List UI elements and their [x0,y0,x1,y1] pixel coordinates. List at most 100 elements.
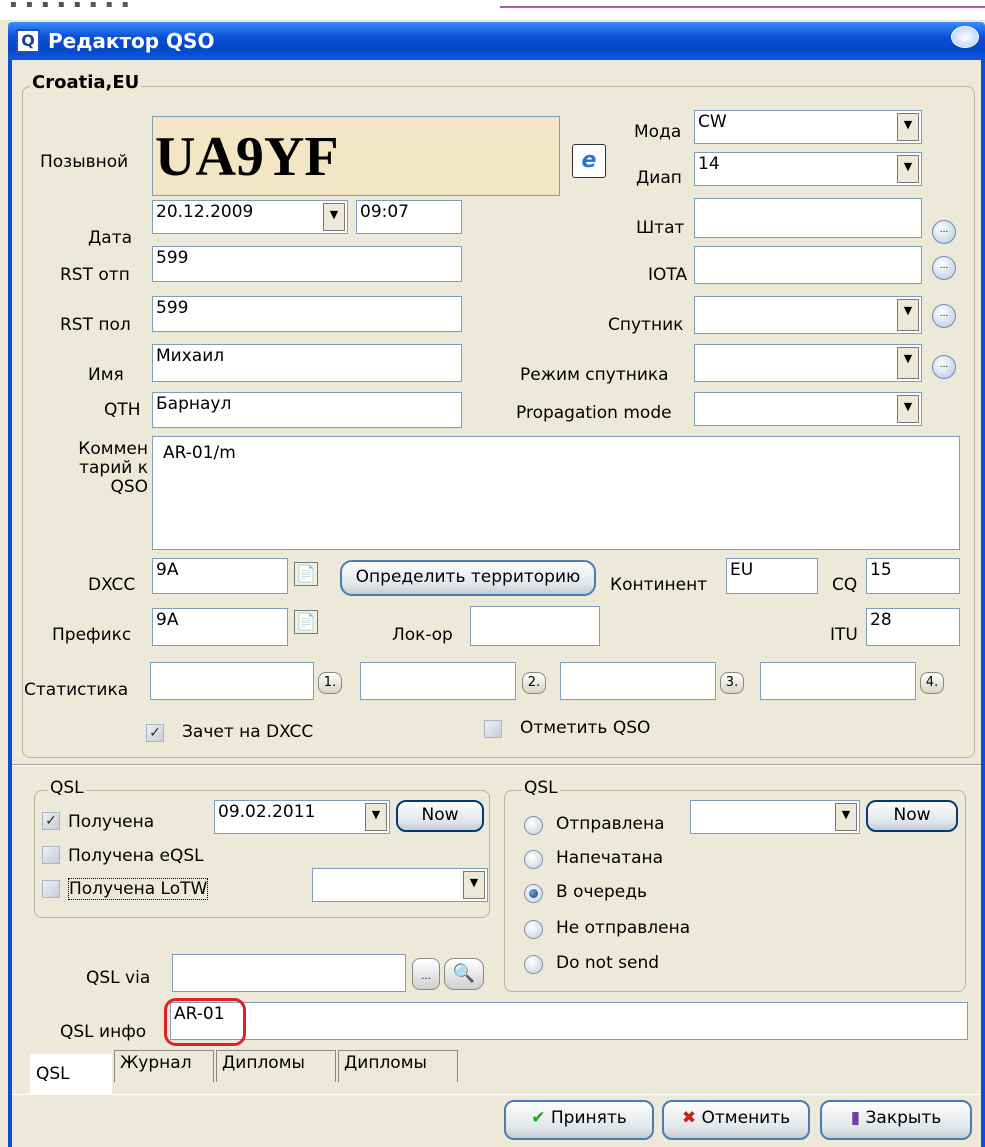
checkmark-icon: ✔ [531,1108,546,1128]
rst-rcvd-label: RST пол [60,315,131,335]
received-now-button[interactable]: Now [396,800,484,832]
tab-journal[interactable]: Журнал [114,1050,214,1082]
qsl-info-input[interactable]: AR-01 [170,1002,968,1040]
propagation-select[interactable]: ▼ [694,392,922,426]
received-lotw-checkbox[interactable] [42,880,60,898]
chevron-down-icon[interactable]: ▼ [463,871,485,899]
prefix-list-icon[interactable]: 📄 [294,610,318,634]
satellite-select[interactable]: ▼ [694,296,922,334]
title-bar[interactable]: Q Редактор QSO [8,22,985,60]
received-date-picker[interactable]: 09.02.2011 ▼ [214,800,390,834]
dxcc-credit-checkbox[interactable]: ✓ [146,724,164,742]
stats-button-3[interactable]: 3. [720,672,744,694]
chevron-down-icon[interactable]: ▼ [897,155,919,183]
cq-input[interactable]: 15 [866,558,960,594]
queued-radio[interactable] [524,884,543,903]
tab-qsl[interactable]: QSL [30,1054,112,1094]
qsl-via-lookup-button[interactable]: ... [412,958,440,990]
not-sent-label: Не отправлена [556,918,691,938]
iota-lookup-button[interactable]: ... [932,256,956,280]
prefix-input[interactable]: 9A [152,608,288,646]
qsl-received-caption: QSL [48,778,86,798]
sat-mode-select[interactable]: ▼ [694,344,922,382]
received-checkbox[interactable]: ✓ [42,812,60,830]
state-label: Штат [636,218,685,238]
sent-now-button[interactable]: Now [866,800,958,832]
printed-label: Напечатана [556,848,664,868]
lotw-select[interactable]: ▼ [312,868,488,902]
callsign-input[interactable]: UA9YF [152,116,560,196]
sent-date-picker[interactable]: ▼ [690,800,860,834]
chevron-down-icon[interactable]: ▼ [365,803,387,831]
chevron-down-icon[interactable]: ▼ [897,395,919,423]
sat-mode-label: Режим спутника [520,365,669,385]
received-eqsl-checkbox[interactable] [42,846,60,864]
qth-label: QTH [104,400,141,420]
cq-label: CQ [832,575,858,595]
search-icon[interactable]: 🔍 [444,958,484,990]
qth-input[interactable]: Барнаул [152,392,462,428]
internet-explorer-icon[interactable]: e [572,144,606,178]
close-button[interactable]: ▮ Закрыть [820,1100,972,1140]
chevron-down-icon[interactable]: ▼ [897,347,919,379]
locator-input[interactable] [470,606,600,646]
background-strip: ▪ ▪ ▪ ▪ ▪ ▪ ▪ ▪ [0,0,985,20]
prefix-label: Префикс [52,625,132,645]
stats-field-2[interactable] [360,662,516,700]
cancel-button[interactable]: ✖ Отменить [662,1100,810,1140]
stats-field-3[interactable] [560,662,716,700]
continent-input[interactable]: EU [726,558,818,594]
date-picker[interactable]: 20.12.2009 ▼ [152,200,348,234]
band-select[interactable]: 14 ▼ [694,152,922,186]
comment-label: Коммен тарий к QSO [78,439,148,497]
printed-radio[interactable] [524,850,543,869]
chevron-down-icon[interactable]: ▼ [897,299,919,331]
stats-field-4[interactable] [760,662,916,700]
do-not-send-radio[interactable] [524,955,543,974]
app-icon: Q [16,29,40,53]
tab-awards-1[interactable]: Дипломы [216,1050,336,1082]
iota-label: IOTA [648,265,688,285]
received-label: Получена [68,812,155,832]
stats-button-2[interactable]: 2. [522,672,546,694]
state-input[interactable] [694,198,922,238]
iota-input[interactable] [694,246,922,284]
detect-territory-button[interactable]: Определить территорию [340,560,596,596]
received-date-value: 09.02.2011 [218,802,316,822]
comment-textarea[interactable]: AR-01/m [152,436,960,550]
name-input[interactable]: Михаил [152,344,462,382]
sat-mode-lookup-button[interactable]: ... [932,355,956,379]
stats-button-1[interactable]: 1. [318,672,342,694]
chevron-down-icon[interactable]: ▼ [323,203,345,231]
accept-button[interactable]: ✔ Принять [504,1100,654,1140]
chevron-down-icon[interactable]: ▼ [835,803,857,831]
close-window-button[interactable] [951,26,979,48]
callsign-label: Позывной [40,152,129,172]
do-not-send-label: Do not send [556,953,660,973]
time-input[interactable]: 09:07 [356,200,462,234]
mode-select[interactable]: CW ▼ [694,110,922,144]
received-lotw-label: Получена LoTW [68,878,209,900]
tab-awards-2[interactable]: Дипломы [338,1050,458,1082]
continent-label: Континент [610,575,708,595]
state-lookup-button[interactable]: ... [932,220,956,244]
rst-sent-input[interactable]: 599 [152,246,462,282]
stats-button-4[interactable]: 4. [920,672,944,694]
stats-field-1[interactable] [150,662,314,700]
sent-radio[interactable] [524,816,543,835]
not-sent-radio[interactable] [524,920,543,939]
mode-value: CW [698,112,727,132]
itu-input[interactable]: 28 [866,608,960,646]
qsl-via-input[interactable] [172,954,406,992]
mark-qso-checkbox[interactable] [484,720,502,738]
qsl-via-label: QSL via [86,968,151,988]
dxcc-list-icon[interactable]: 📄 [294,562,318,586]
dxcc-input[interactable]: 9A [152,558,288,594]
rst-rcvd-input[interactable]: 599 [152,296,462,332]
window-frame-left [8,60,12,1147]
queued-label: В очередь [556,882,647,902]
satellite-lookup-button[interactable]: ... [932,304,956,328]
received-eqsl-label: Получена eQSL [68,846,204,866]
window-frame-right [981,60,985,1147]
chevron-down-icon[interactable]: ▼ [897,113,919,141]
